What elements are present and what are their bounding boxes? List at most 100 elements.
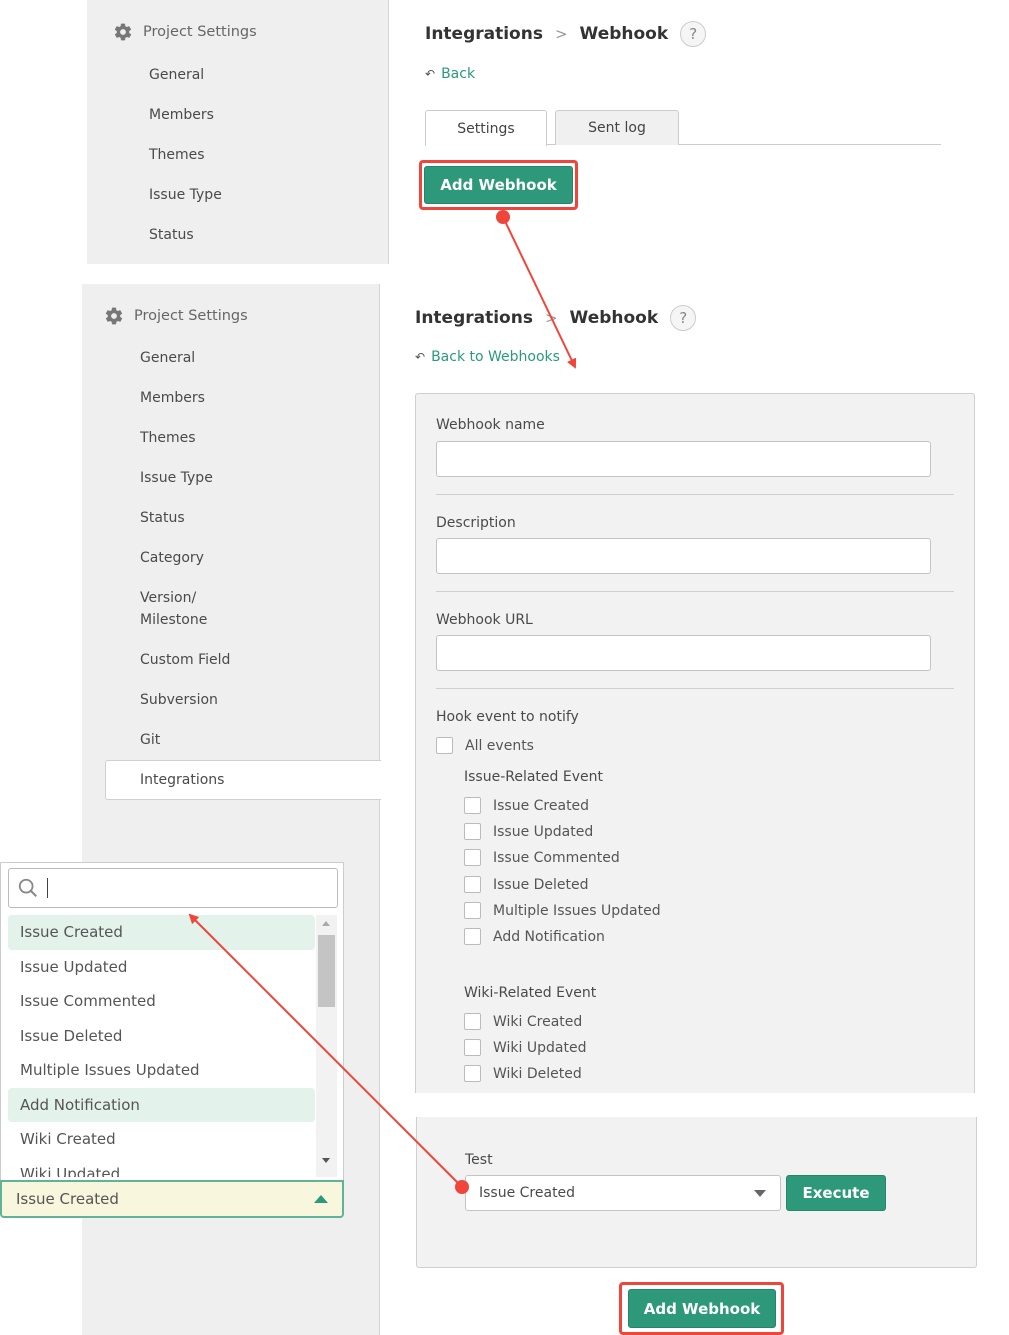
hook-event-label: Hook event to notify: [436, 709, 579, 725]
event-checkbox-add-notification[interactable]: Add Notification: [464, 928, 605, 945]
event-checkbox-issue-commented[interactable]: Issue Commented: [464, 849, 620, 866]
execute-button[interactable]: Execute: [786, 1175, 886, 1211]
annotation-dot: [496, 210, 510, 224]
dropdown-option[interactable]: Multiple Issues Updated: [8, 1053, 315, 1088]
dropdown-search[interactable]: [8, 868, 338, 908]
event-checkbox-wiki-deleted[interactable]: Wiki Deleted: [464, 1065, 582, 1082]
test-event-selected: Issue Created: [479, 1185, 576, 1201]
back-to-webhooks-link[interactable]: ↶ Back to Webhooks: [415, 349, 560, 365]
sidebar-header: Project Settings: [104, 306, 248, 326]
dropdown-option[interactable]: Issue Deleted: [8, 1019, 315, 1054]
back-link-label: Back to Webhooks: [431, 349, 560, 365]
sidebar-item-general[interactable]: General: [149, 64, 204, 86]
dropdown-option[interactable]: Wiki Updated: [8, 1157, 315, 1177]
sidebar-item-themes[interactable]: Themes: [149, 144, 205, 166]
dropdown-options: Issue Created Issue Updated Issue Commen…: [8, 915, 315, 1177]
dropdown-option[interactable]: Issue Created: [8, 915, 315, 950]
tab-settings[interactable]: Settings: [425, 110, 547, 146]
divider: [436, 591, 954, 592]
divider: [436, 494, 954, 495]
sidebar-item-members[interactable]: Members: [149, 104, 214, 126]
back-link-label: Back: [441, 66, 476, 82]
help-icon[interactable]: ?: [680, 21, 707, 47]
checkbox-box[interactable]: [464, 902, 481, 919]
scroll-thumb[interactable]: [318, 935, 335, 1007]
webhook-name-input[interactable]: [436, 441, 931, 477]
caret-down-icon: [754, 1190, 766, 1197]
dropdown-selected-value[interactable]: Issue Created: [0, 1180, 344, 1218]
dropdown-option[interactable]: Wiki Created: [8, 1122, 315, 1157]
sidebar-item-general[interactable]: General: [140, 347, 195, 369]
checkbox-label: Issue Created: [493, 797, 590, 814]
all-events-checkbox[interactable]: All events: [436, 737, 534, 754]
sidebar-header-label: Project Settings: [143, 24, 257, 40]
breadcrumb-separator: >: [544, 309, 558, 327]
checkbox-box[interactable]: [464, 876, 481, 893]
checkbox-box[interactable]: [464, 849, 481, 866]
sidebar-item-members[interactable]: Members: [140, 387, 205, 409]
event-checkbox-issue-updated[interactable]: Issue Updated: [464, 823, 593, 840]
add-webhook-submit-button[interactable]: Add Webhook: [628, 1289, 776, 1328]
webhook-url-input[interactable]: [436, 635, 931, 671]
sidebar-item-subversion[interactable]: Subversion: [140, 689, 218, 711]
checkbox-label: Wiki Updated: [493, 1039, 587, 1056]
sidebar-item-version-milestone[interactable]: Version/ Milestone: [140, 587, 207, 631]
dropdown-option[interactable]: Add Notification: [8, 1087, 315, 1122]
dropdown-option[interactable]: Issue Commented: [8, 984, 315, 1019]
checkbox-label: Issue Commented: [493, 849, 620, 866]
section-break: [380, 1093, 1009, 1117]
breadcrumb-current: Webhook: [579, 24, 669, 44]
dropdown-scrollbar[interactable]: [316, 915, 337, 1177]
add-webhook-button[interactable]: Add Webhook: [424, 166, 573, 204]
checkbox-box[interactable]: [464, 823, 481, 840]
sidebar-item-status[interactable]: Status: [140, 507, 185, 529]
breadcrumb: Integrations > Webhook ?: [425, 21, 707, 47]
back-arrow-icon: ↶: [425, 67, 436, 81]
event-checkbox-issue-created[interactable]: Issue Created: [464, 797, 589, 814]
gear-icon: [105, 307, 123, 325]
sidebar-item-git[interactable]: Git: [140, 729, 160, 751]
checkbox-box[interactable]: [464, 1065, 481, 1082]
checkbox-box[interactable]: [464, 1013, 481, 1030]
sidebar-header: Project Settings: [113, 22, 257, 42]
help-icon[interactable]: ?: [670, 305, 697, 331]
breadcrumb-current: Webhook: [569, 308, 659, 328]
event-checkbox-issue-deleted[interactable]: Issue Deleted: [464, 876, 589, 893]
scroll-up-icon[interactable]: [322, 921, 330, 926]
test-event-select[interactable]: Issue Created: [465, 1175, 781, 1211]
webhook-form-panel: Webhook name Description Webhook URL Hoo…: [415, 393, 975, 1093]
back-link[interactable]: ↶ Back: [425, 66, 475, 82]
checkbox-box[interactable]: [464, 928, 481, 945]
sidebar-item-category[interactable]: Category: [140, 547, 204, 569]
breadcrumb-parent[interactable]: Integrations: [425, 24, 543, 44]
gear-icon: [114, 23, 132, 41]
checkbox-box[interactable]: [464, 1039, 481, 1056]
top-sidebar: Project Settings General Members Themes …: [87, 0, 389, 264]
sidebar-item-status[interactable]: Status: [149, 224, 194, 246]
checkbox-label: Issue Deleted: [493, 876, 589, 893]
sidebar-header-label: Project Settings: [134, 308, 248, 324]
checkbox-label: Multiple Issues Updated: [493, 902, 661, 919]
sidebar-item-custom-field[interactable]: Custom Field: [140, 649, 230, 671]
sidebar-item-issue-type[interactable]: Issue Type: [140, 467, 213, 489]
sidebar-item-issue-type[interactable]: Issue Type: [149, 184, 222, 206]
checkbox-box[interactable]: [464, 797, 481, 814]
dropdown-option[interactable]: Issue Updated: [8, 950, 315, 985]
event-checkbox-wiki-updated[interactable]: Wiki Updated: [464, 1039, 586, 1056]
checkbox-box[interactable]: [436, 737, 453, 754]
checkbox-label: Wiki Created: [493, 1013, 583, 1030]
breadcrumb-parent[interactable]: Integrations: [415, 308, 533, 328]
search-icon: [18, 878, 37, 897]
event-checkbox-multiple-issues-updated[interactable]: Multiple Issues Updated: [464, 902, 661, 919]
scroll-down-icon[interactable]: [322, 1158, 330, 1163]
annotation-arrow: [502, 216, 577, 369]
webhook-name-label: Webhook name: [436, 417, 545, 433]
back-arrow-icon: ↶: [415, 350, 426, 364]
description-input[interactable]: [436, 538, 931, 574]
checkbox-label: Issue Updated: [493, 823, 594, 840]
sidebar-item-themes[interactable]: Themes: [140, 427, 196, 449]
sidebar-item-integrations[interactable]: Integrations: [105, 760, 381, 800]
dropdown-search-input[interactable]: [47, 878, 327, 898]
tab-sent-log[interactable]: Sent log: [555, 110, 679, 145]
event-checkbox-wiki-created[interactable]: Wiki Created: [464, 1013, 582, 1030]
